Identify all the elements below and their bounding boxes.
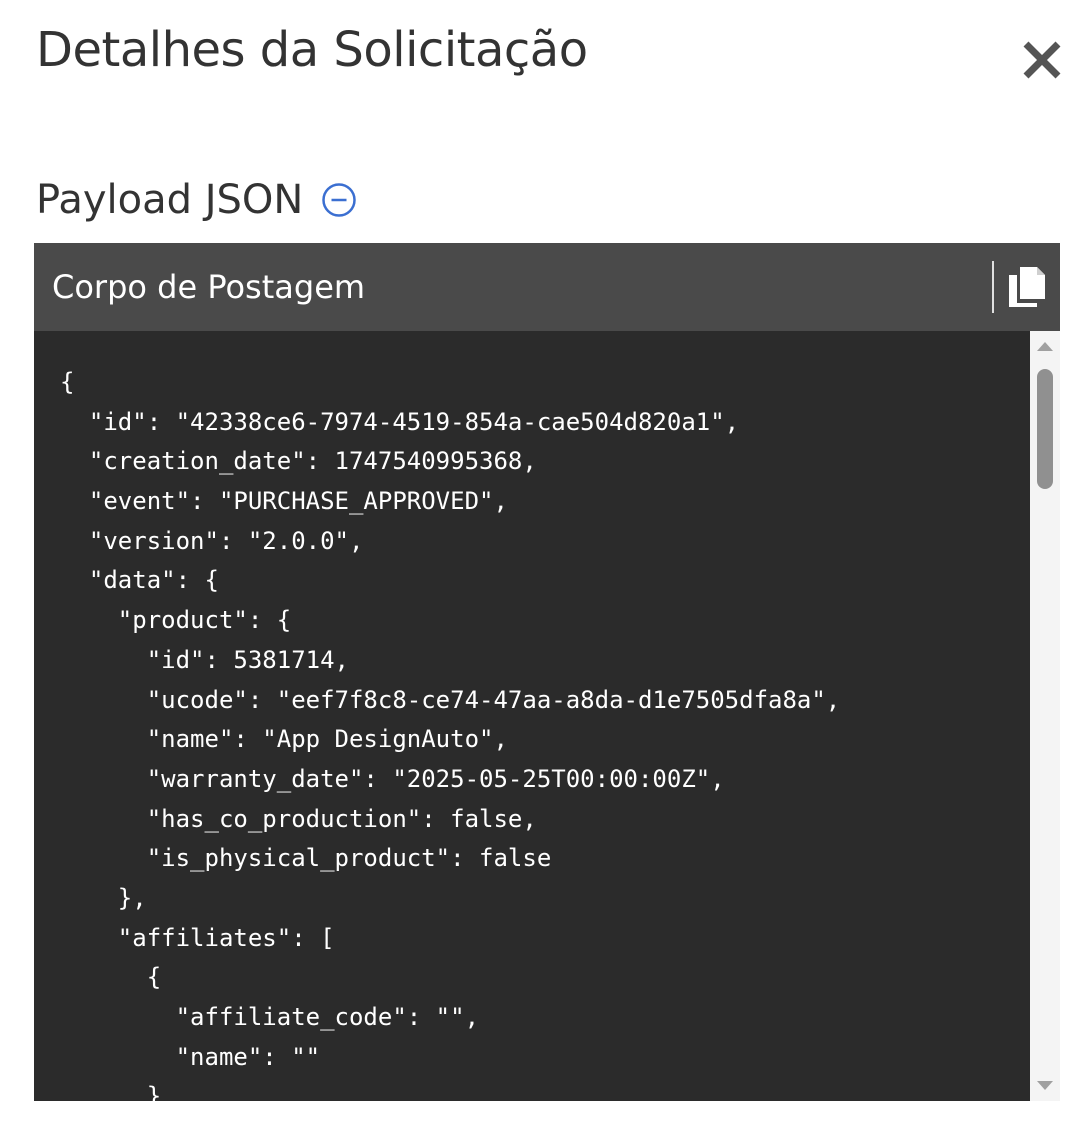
code-line: "is_physical_product": false [60,844,552,873]
scroll-thumb[interactable] [1037,369,1053,489]
code-line: "warranty_date": "2025-05-25T00:00:00Z", [60,764,725,793]
modal-title: Detalhes da Solicitação [36,22,588,78]
copy-icon [1009,267,1045,307]
code-line: "data": { [60,566,219,595]
code-line: "event": "PURCHASE_APPROVED", [60,487,508,516]
code-line: "ucode": "eef7f8c8-ce74-47aa-a8da-d1e750… [60,685,841,714]
header-divider [992,261,994,313]
code-line: "affiliate_code": "", [60,1003,480,1031]
collapse-button[interactable] [321,182,357,218]
scroll-up-button[interactable] [1030,331,1060,361]
copy-button[interactable] [1006,265,1046,309]
code-line: "id": "42338ce6-7974-4519-854a-cae504d82… [60,407,740,436]
code-panel-header: Corpo de Postagem [34,243,1060,331]
code-line: "has_co_production": false, [60,804,537,833]
scroll-down-button[interactable] [1030,1071,1060,1101]
code-line: "creation_date": 1747540995368, [60,447,537,476]
code-line: } [60,1082,162,1101]
code-line: "name": "App DesignAuto", [60,725,508,754]
caret-up-icon [1037,342,1053,351]
code-line: "product": { [60,606,292,635]
code-panel-title: Corpo de Postagem [52,268,366,306]
caret-down-icon [1037,1081,1053,1090]
json-code: { "id": "42338ce6-7974-4519-854a-cae504d… [60,363,840,1101]
vertical-scrollbar[interactable] [1030,331,1060,1101]
code-line: { [60,368,75,396]
code-line: "version": "2.0.0", [60,526,364,555]
request-details-modal: Detalhes da Solicitação Payload JSON Cor… [0,0,1072,1138]
close-icon [1023,41,1061,79]
code-line: "affiliates": [ [60,923,335,952]
minus-circle-icon [322,183,357,217]
code-line: "id": 5381714, [60,645,349,674]
payload-section-heading: Payload JSON [36,170,357,230]
payload-heading-label: Payload JSON [36,177,304,223]
code-panel: Corpo de Postagem { "id": "42338ce6-7974… [34,243,1060,1101]
close-button[interactable] [1018,36,1066,84]
code-line: "name": "" [60,1042,321,1071]
code-line: { [60,963,162,992]
code-line: }, [60,883,147,912]
code-body[interactable]: { "id": "42338ce6-7974-4519-854a-cae504d… [34,331,1030,1101]
